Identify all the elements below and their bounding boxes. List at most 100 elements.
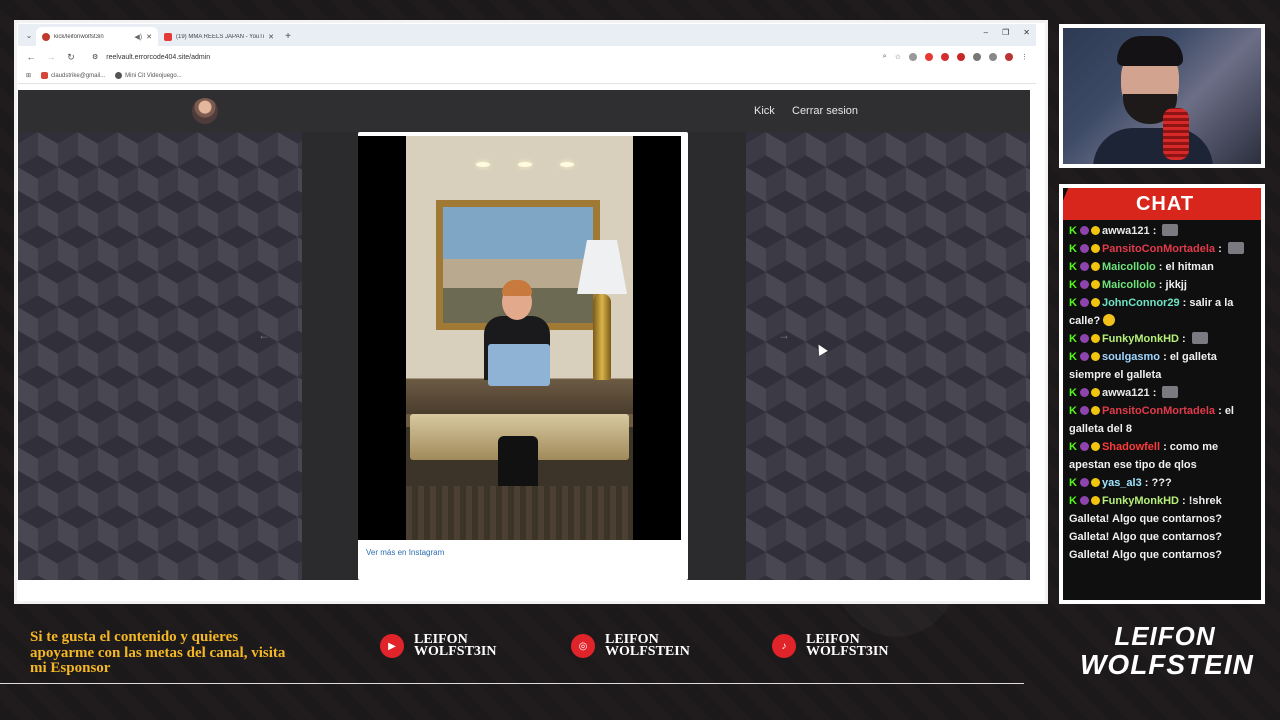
- chat-panel: CHAT Kawwa121 : K PansitoConMortadela : K…: [1059, 184, 1265, 604]
- chat-username[interactable]: JohnConnor29: [1102, 297, 1180, 309]
- extension-icon[interactable]: [925, 53, 933, 61]
- user-badge-icon: [1079, 406, 1089, 415]
- user-badge-icon: [1079, 496, 1089, 505]
- user-badge-icon: [1079, 280, 1089, 289]
- carousel-right-panel: →: [746, 132, 1030, 580]
- chat-username[interactable]: PansitoConMortadela: [1102, 405, 1215, 417]
- carousel-prev-icon[interactable]: ←: [258, 328, 270, 342]
- chat-bot-message: Galleta! Algo que contarnos?: [1069, 549, 1222, 561]
- chat-message: K JohnConnor29 : salir a la calle?: [1069, 297, 1234, 327]
- user-badge-icon: [1079, 352, 1089, 361]
- kick-icon: K: [1069, 351, 1077, 363]
- address-bar[interactable]: ⚙ reelvault.errorcode404.site/admin: [86, 49, 873, 65]
- extension-icon[interactable]: [909, 53, 917, 61]
- user-badge-icon: [1079, 388, 1089, 397]
- kick-icon: K: [1069, 477, 1077, 489]
- footer-divider: [0, 683, 1024, 684]
- back-icon[interactable]: ←: [26, 52, 36, 62]
- tab-title: (19) MMA REELS JAPAN - YouTu...: [176, 33, 265, 40]
- chat-message: Ksoulgasmo : el galleta siempre el galle…: [1069, 351, 1217, 381]
- apps-grid-icon[interactable]: ⊞: [26, 72, 31, 79]
- tab-kick[interactable]: kick/leifonwolfst3in ◀) ✕: [36, 27, 158, 46]
- bookmarks-bar: ⊞ claudstrike@gmail... Mini Cit Videojue…: [18, 68, 1036, 84]
- chat-username[interactable]: soulgasmo: [1102, 351, 1160, 363]
- social-handle: LEIFON WOLFSTEIN: [605, 632, 690, 659]
- bookmark-star-icon[interactable]: ☆: [895, 53, 901, 61]
- zoom-icon[interactable]: ⌕: [883, 53, 887, 61]
- user-badge-icon: [1090, 298, 1100, 307]
- laptop: [488, 344, 550, 386]
- carousel-next-icon[interactable]: →: [778, 328, 790, 342]
- user-badge-icon: [1079, 442, 1089, 451]
- chat-message: Kawwa121 :: [1069, 222, 1257, 240]
- chat-message: K Maicollolo : el hitman: [1069, 261, 1214, 273]
- webcam-feed: [1063, 28, 1261, 164]
- chat-username[interactable]: Shadowfell: [1102, 441, 1160, 453]
- user-badge-icon: [1090, 442, 1100, 451]
- chat-username[interactable]: yas_al3: [1102, 477, 1142, 489]
- kick-favicon-icon: [42, 32, 50, 41]
- close-tab-icon[interactable]: ✕: [146, 33, 152, 41]
- minimize-icon[interactable]: –: [984, 28, 988, 37]
- chat-username[interactable]: Maicollolo: [1102, 279, 1156, 291]
- chat-bot-message: Galleta! Algo que contarnos?: [1069, 531, 1222, 543]
- chat-username[interactable]: awwa121: [1102, 387, 1150, 399]
- forward-icon[interactable]: →: [46, 52, 56, 62]
- bookmark-videojuego[interactable]: Mini Cit Videojuego...: [115, 72, 182, 79]
- chat-text: el hitman: [1165, 261, 1214, 273]
- chat-username[interactable]: FunkyMonkHD: [1102, 333, 1179, 345]
- youtube-icon: ▶: [380, 634, 404, 658]
- chat-message: K PansitoConMortadela : el galleta del 8: [1069, 405, 1234, 435]
- close-window-icon[interactable]: ✕: [1023, 28, 1030, 37]
- social-tiktok: ♪ LEIFON WOLFST3IN: [772, 632, 889, 659]
- extensions-puzzle-icon[interactable]: [973, 53, 981, 61]
- kick-icon: K: [1069, 333, 1077, 345]
- chat-message: K Shadowfell : como me apestan ese tipo d…: [1069, 441, 1219, 471]
- user-badge-icon: [1079, 478, 1089, 487]
- tab-title: kick/leifonwolfst3in: [54, 33, 104, 40]
- user-badge-icon: [1090, 244, 1100, 253]
- web-page: Kick Cerrar sesion ← → Ver más en Instag…: [18, 90, 1030, 580]
- profile-avatar-icon[interactable]: [1005, 53, 1013, 61]
- chat-username[interactable]: FunkyMonkHD: [1102, 495, 1179, 507]
- bookmark-gmail[interactable]: claudstrike@gmail...: [41, 72, 105, 79]
- chat-username[interactable]: Maicollolo: [1102, 261, 1156, 273]
- chat-username[interactable]: PansitoConMortadela: [1102, 243, 1215, 255]
- user-badge-icon: [1090, 352, 1100, 361]
- browser-toolbar: ← → ↻ ⚙ reelvault.errorcode404.site/admi…: [18, 46, 1036, 68]
- chat-title: CHAT: [1063, 188, 1261, 220]
- kick-icon: K: [1069, 495, 1077, 507]
- sidebar-icon[interactable]: [989, 53, 997, 61]
- user-badge-icon: [1090, 334, 1100, 343]
- user-badge-icon: [1090, 388, 1100, 397]
- opera-icon[interactable]: [941, 53, 949, 61]
- chat-username[interactable]: awwa121: [1102, 225, 1150, 237]
- video-frame-image: [406, 136, 633, 540]
- site-logo-avatar[interactable]: [192, 98, 218, 124]
- new-tab-icon[interactable]: +: [280, 27, 296, 46]
- tab-youtube[interactable]: (19) MMA REELS JAPAN - YouTu... ✕: [158, 27, 280, 46]
- kick-icon: K: [1069, 441, 1077, 453]
- menu-kebab-icon[interactable]: ⋮: [1021, 53, 1028, 61]
- social-instagram: ◎ LEIFON WOLFSTEIN: [571, 632, 690, 659]
- restore-icon[interactable]: ❐: [1002, 28, 1009, 37]
- view-on-instagram-link[interactable]: Ver más en Instagram: [366, 548, 444, 557]
- emote-icon: [1162, 386, 1179, 398]
- reload-icon[interactable]: ↻: [66, 52, 76, 63]
- instagram-icon: ◎: [571, 634, 595, 658]
- speaker-icon[interactable]: ◀): [134, 33, 142, 41]
- reel-video[interactable]: [358, 136, 681, 540]
- site-info-icon[interactable]: ⚙: [92, 53, 98, 61]
- close-tab-icon[interactable]: ✕: [268, 33, 274, 41]
- logout-link[interactable]: Cerrar sesion: [792, 105, 858, 117]
- tab-search-icon[interactable]: ⌄: [22, 24, 36, 46]
- chat-message: Kyas_al3 : ???: [1069, 477, 1172, 489]
- chat-message: K FunkyMonkHD : !shrek: [1069, 495, 1222, 507]
- extension-icon[interactable]: [957, 53, 965, 61]
- user-badge-icon: [1090, 262, 1100, 271]
- chat-text: !shrek: [1188, 495, 1222, 507]
- social-handle: LEIFON WOLFST3IN: [806, 632, 889, 659]
- user-badge-icon: [1079, 226, 1089, 235]
- nav-link-kick[interactable]: Kick: [754, 105, 775, 117]
- instagram-embed: Ver más en Instagram: [358, 132, 688, 580]
